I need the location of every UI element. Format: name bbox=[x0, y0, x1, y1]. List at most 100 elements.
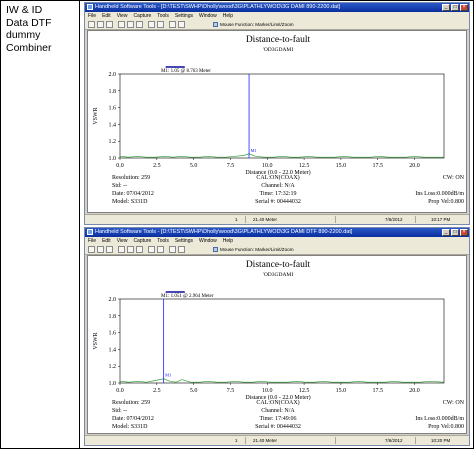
y-axis-label: VSWR bbox=[93, 332, 99, 349]
menu-window[interactable]: Window bbox=[199, 237, 217, 245]
settings-icon[interactable] bbox=[169, 21, 176, 28]
maximize-button[interactable]: □ bbox=[451, 4, 459, 11]
row-label: IW & ID Data DTF dummy Combiner bbox=[6, 4, 52, 54]
app-window-1: Handheld Software Tools - [D:\TEST\SWHP\… bbox=[84, 2, 470, 225]
zoom-out-icon[interactable] bbox=[157, 246, 164, 253]
limit-icon[interactable] bbox=[136, 21, 143, 28]
window-controls: _ □ × bbox=[442, 4, 468, 11]
status-date: 7/6/2012 bbox=[385, 217, 403, 222]
x-tick-label: 7.5 bbox=[227, 388, 235, 394]
x-tick-label: 5.0 bbox=[190, 163, 198, 169]
chart-subtitle: 'OD3GDAMI bbox=[263, 272, 293, 278]
menu-tools[interactable]: Tools bbox=[157, 237, 169, 245]
status-divider bbox=[335, 216, 336, 223]
settings-icon[interactable] bbox=[169, 246, 176, 253]
info-line: Prop Vel:0.800 bbox=[428, 424, 464, 430]
info-line: CW: ON bbox=[443, 400, 465, 406]
status-divider bbox=[245, 437, 246, 444]
plot-frame bbox=[119, 298, 445, 384]
menu-capture[interactable]: Capture bbox=[133, 12, 151, 20]
marker-readout: M1: 1.05 @ 8.763 Meter bbox=[161, 69, 211, 74]
zoom-in-icon[interactable] bbox=[148, 21, 155, 28]
y-axis-label: VSWR bbox=[93, 107, 99, 124]
menu-edit[interactable]: Edit bbox=[102, 237, 111, 245]
capture-icon[interactable] bbox=[118, 21, 125, 28]
marker-tag: M1 bbox=[251, 148, 257, 153]
maximize-button[interactable]: □ bbox=[451, 229, 459, 236]
capture-icon[interactable] bbox=[118, 246, 125, 253]
mouse-function-indicator[interactable]: Mouse Function: Marker/Limit/Zoom bbox=[213, 247, 294, 253]
save-icon[interactable] bbox=[97, 246, 104, 253]
print-icon[interactable] bbox=[106, 246, 113, 253]
menu-help[interactable]: Help bbox=[223, 237, 233, 245]
menu-tools[interactable]: Tools bbox=[157, 12, 169, 20]
zoom-out-icon[interactable] bbox=[157, 21, 164, 28]
help-icon[interactable] bbox=[178, 21, 185, 28]
title-bar[interactable]: Handheld Software Tools - [D:\TEST\SWHP\… bbox=[85, 3, 469, 12]
x-tick-label: 0.0 bbox=[116, 388, 124, 394]
x-tick-label: 5.0 bbox=[190, 388, 198, 394]
mouse-icon bbox=[213, 22, 218, 27]
x-tick-label: 17.5 bbox=[372, 163, 383, 169]
menu-view[interactable]: View bbox=[117, 12, 128, 20]
menu-settings[interactable]: Settings bbox=[175, 12, 193, 20]
info-line: Date: 07/04/2012 bbox=[112, 191, 154, 197]
status-divider bbox=[415, 437, 416, 444]
status-bar: 1 21.40 Meter 7/6/2012 10:20 PM bbox=[85, 435, 469, 445]
marker-tag: M1 bbox=[165, 373, 171, 378]
x-tick-label: 10.0 bbox=[262, 163, 273, 169]
status-field-1: 1 bbox=[235, 438, 238, 443]
title-bar[interactable]: Handheld Software Tools - [D:\TEST\SWHP\… bbox=[85, 228, 469, 237]
menu-help[interactable]: Help bbox=[223, 12, 233, 20]
toolbar: Mouse Function: Marker/Limit/Zoom bbox=[85, 20, 469, 30]
menu-capture[interactable]: Capture bbox=[133, 237, 151, 245]
menu-window[interactable]: Window bbox=[199, 12, 217, 20]
marker-icon[interactable] bbox=[127, 246, 134, 253]
y-tick-label: 1.2 bbox=[109, 139, 117, 145]
zoom-in-icon[interactable] bbox=[148, 246, 155, 253]
y-tick-label: 1.6 bbox=[109, 331, 117, 337]
y-tick-label: 1.4 bbox=[109, 347, 117, 353]
vswr-trace bbox=[119, 153, 444, 158]
menu-view[interactable]: View bbox=[117, 237, 128, 245]
mouse-function-indicator[interactable]: Mouse Function: Marker/Limit/Zoom bbox=[213, 22, 294, 28]
window-controls: _ □ × bbox=[442, 229, 468, 236]
menu-file[interactable]: File bbox=[88, 12, 96, 20]
info-line: Channel: N/A bbox=[261, 408, 295, 414]
x-tick-label: 0.0 bbox=[116, 163, 124, 169]
app-icon bbox=[87, 229, 93, 235]
menu-edit[interactable]: Edit bbox=[102, 12, 111, 20]
menu-bar: File Edit View Capture Tools Settings Wi… bbox=[85, 12, 469, 20]
menu-settings[interactable]: Settings bbox=[175, 237, 193, 245]
window-title: Handheld Software Tools - [D:\TEST\SWHP\… bbox=[95, 4, 341, 10]
status-time: 10:17 PM bbox=[431, 217, 451, 222]
info-line: Resolution: 259 bbox=[112, 400, 150, 406]
y-tick-label: 1.8 bbox=[109, 89, 117, 95]
y-tick-label: 2.0 bbox=[109, 72, 117, 78]
save-icon[interactable] bbox=[97, 21, 104, 28]
minimize-button[interactable]: _ bbox=[442, 4, 450, 11]
status-divider bbox=[245, 216, 246, 223]
marker-readout: M1: 1.051 @ 2.964 Meter bbox=[161, 294, 214, 299]
limit-icon[interactable] bbox=[136, 246, 143, 253]
minimize-button[interactable]: _ bbox=[442, 229, 450, 236]
info-line: CAL:ON(COAX) bbox=[256, 174, 299, 181]
y-tick-label: 1.8 bbox=[109, 314, 117, 320]
open-icon[interactable] bbox=[88, 21, 95, 28]
open-icon[interactable] bbox=[88, 246, 95, 253]
info-line: Ins Loss:0.000dB/m bbox=[415, 416, 464, 422]
close-button[interactable]: × bbox=[460, 4, 468, 11]
app-window-2: Handheld Software Tools - [D:\TEST\SWHP\… bbox=[84, 227, 470, 446]
x-tick-label: 10.0 bbox=[262, 388, 273, 394]
info-line: Ins Loss:0.000dB/m bbox=[415, 191, 464, 197]
help-icon[interactable] bbox=[178, 246, 185, 253]
close-button[interactable]: × bbox=[460, 229, 468, 236]
y-tick-label: 1.2 bbox=[109, 364, 117, 370]
marker-icon[interactable] bbox=[127, 21, 134, 28]
menu-file[interactable]: File bbox=[88, 237, 96, 245]
x-tick-label: 20.0 bbox=[409, 163, 420, 169]
print-icon[interactable] bbox=[106, 21, 113, 28]
info-line: CW: ON bbox=[443, 175, 465, 181]
chart-title: Distance-to-fault bbox=[246, 34, 311, 45]
info-line: Channel: N/A bbox=[261, 183, 295, 189]
